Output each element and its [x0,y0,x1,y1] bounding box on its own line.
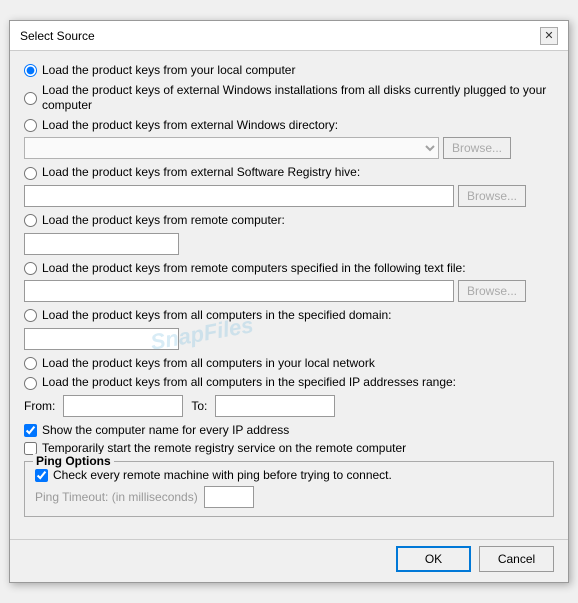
option-row-1: Load the product keys from your local co… [24,63,554,79]
radio-external-windows-label: Load the product keys of external Window… [42,83,554,114]
button-row: OK Cancel [10,539,568,582]
cancel-button[interactable]: Cancel [479,546,554,572]
option-row-3: Load the product keys from external Wind… [24,118,554,134]
radio-domain-label: Load the product keys from all computers… [42,308,392,324]
ip-range-row: From: 192.168.0.1 To: 192.168.0.254 [24,395,554,417]
ok-button[interactable]: OK [396,546,471,572]
registry-hive-input[interactable] [24,185,454,207]
option-row-6: Load the product keys from remote comput… [24,261,554,277]
show-computer-name-row: Show the computer name for every IP addr… [24,423,554,437]
radio-external-windows[interactable] [24,92,37,105]
text-file-input-row: Browse... [24,280,554,302]
show-computer-name-checkbox[interactable] [24,424,37,437]
radio-text-file[interactable] [24,262,37,275]
ping-check-label: Check every remote machine with ping bef… [53,468,392,482]
from-ip-input[interactable]: 192.168.0.1 [63,395,183,417]
radio-remote-computer-label: Load the product keys from remote comput… [42,213,285,229]
ping-options-title: Ping Options [33,454,114,468]
radio-local-computer[interactable] [24,64,37,77]
radio-windows-dir[interactable] [24,119,37,132]
to-label: To: [191,399,207,413]
select-source-dialog: Select Source ✕ SnapFiles Load the produ… [9,20,569,583]
to-ip-input[interactable]: 192.168.0.254 [215,395,335,417]
domain-input-row [24,328,554,350]
radio-local-computer-label: Load the product keys from your local co… [42,63,295,79]
ping-check-row: Check every remote machine with ping bef… [35,468,543,482]
remote-computer-input-row [24,233,554,255]
remote-computer-input[interactable] [24,233,179,255]
option-row-9: Load the product keys from all computers… [24,375,554,391]
ping-timeout-row: Ping Timeout: (in milliseconds) 50 [35,486,543,508]
dialog-content: SnapFiles Load the product keys from you… [10,51,568,582]
close-button[interactable]: ✕ [540,27,558,45]
show-computer-name-label: Show the computer name for every IP addr… [42,423,289,437]
text-file-input[interactable] [24,280,454,302]
from-label: From: [24,399,55,413]
ping-timeout-label: Ping Timeout: (in milliseconds) [35,490,198,504]
dialog-title: Select Source [20,29,95,43]
domain-input[interactable] [24,328,179,350]
radio-ip-range-label: Load the product keys from all computers… [42,375,456,391]
dialog-body: Load the product keys from your local co… [10,51,568,535]
ping-options-group: Ping Options Check every remote machine … [24,461,554,517]
radio-local-network[interactable] [24,357,37,370]
temp-start-row: Temporarily start the remote registry se… [24,441,554,455]
radio-windows-dir-label: Load the product keys from external Wind… [42,118,338,134]
radio-ip-range[interactable] [24,377,37,390]
windows-dir-browse-button[interactable]: Browse... [443,137,511,159]
radio-registry-hive[interactable] [24,167,37,180]
option-row-5: Load the product keys from remote comput… [24,213,554,229]
option-row-2: Load the product keys of external Window… [24,83,554,114]
radio-local-network-label: Load the product keys from all computers… [42,356,375,372]
radio-text-file-label: Load the product keys from remote comput… [42,261,466,277]
registry-hive-input-row: Browse... [24,185,554,207]
registry-hive-browse-button[interactable]: Browse... [458,185,526,207]
option-row-7: Load the product keys from all computers… [24,308,554,324]
windows-dir-select[interactable] [24,137,439,159]
ping-timeout-input[interactable]: 50 [204,486,254,508]
text-file-browse-button[interactable]: Browse... [458,280,526,302]
radio-domain[interactable] [24,309,37,322]
temp-start-label: Temporarily start the remote registry se… [42,441,406,455]
windows-dir-input-row: Browse... [24,137,554,159]
ping-check-checkbox[interactable] [35,469,48,482]
option-row-4: Load the product keys from external Soft… [24,165,554,181]
radio-remote-computer[interactable] [24,214,37,227]
option-row-8: Load the product keys from all computers… [24,356,554,372]
title-bar: Select Source ✕ [10,21,568,51]
radio-registry-hive-label: Load the product keys from external Soft… [42,165,360,181]
